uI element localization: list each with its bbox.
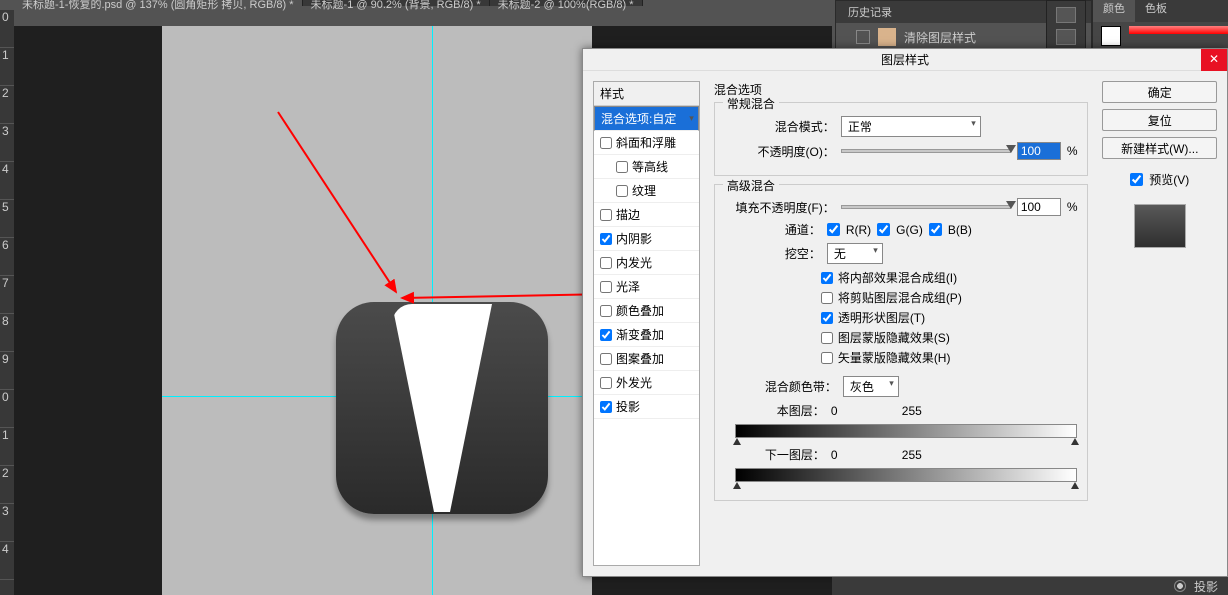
eye-icon[interactable] xyxy=(1174,580,1186,592)
preview-label: 预览(V) xyxy=(1149,171,1189,188)
channel-g-label: G(G) xyxy=(896,223,923,237)
knockout-label: 挖空： xyxy=(785,245,821,262)
underlayer-label: 下一图层： xyxy=(765,446,825,463)
document-tabs: 未标题-1-恢复的.psd @ 137% (圆角矩形 拷贝, RGB/8) * … xyxy=(14,0,643,10)
blendif-label: 混合颜色带： xyxy=(765,378,837,395)
pct-label: % xyxy=(1067,200,1078,214)
doc-tab-0[interactable]: 未标题-1-恢复的.psd @ 137% (圆角矩形 拷贝, RGB/8) * xyxy=(14,0,303,6)
statusbar: 投影 xyxy=(832,577,1228,595)
blendmode-label: 混合模式： xyxy=(725,118,835,135)
color-slider[interactable] xyxy=(1129,26,1228,34)
cb5-label: 矢量蒙版隐藏效果(H) xyxy=(838,349,951,366)
newstyle-button[interactable]: 新建样式(W)... xyxy=(1102,137,1217,159)
group-label: 高级混合 xyxy=(723,177,779,194)
cb2-label: 将剪贴图层混合成组(P) xyxy=(838,289,962,306)
style-item-blendopts[interactable]: 混合选项:自定 xyxy=(594,106,699,131)
ok-button[interactable]: 确定 xyxy=(1102,81,1217,103)
thislayer-gradient[interactable] xyxy=(735,424,1078,438)
cancel-button[interactable]: 复位 xyxy=(1102,109,1217,131)
rounded-rect-shape[interactable] xyxy=(336,302,548,514)
general-blend-group: 常规混合 混合模式： 正常 不透明度(O)： 100 % xyxy=(714,102,1089,176)
styles-header: 样式 xyxy=(594,82,699,106)
underlayer-gradient[interactable] xyxy=(735,468,1078,482)
doc-tab-2[interactable]: 未标题-2 @ 100%(RGB/8) * xyxy=(490,0,643,6)
status-fx: 投影 xyxy=(1194,578,1218,595)
button-column: 确定 复位 新建样式(W)... 预览(V) xyxy=(1102,71,1227,576)
underlayer-v0: 0 xyxy=(831,448,871,462)
dialog-title: 图层样式 xyxy=(881,53,929,67)
doc-tab-1[interactable]: 未标题-1 @ 90.2% (背景, RGB/8) * xyxy=(303,0,490,6)
style-item-stroke[interactable]: 描边 xyxy=(594,203,699,227)
fg-swatch[interactable] xyxy=(1101,26,1121,46)
style-item-innershadow[interactable]: 内阴影 xyxy=(594,227,699,251)
cb4-label: 图层蒙版隐藏效果(S) xyxy=(838,329,950,346)
close-button[interactable]: ✕ xyxy=(1201,49,1227,71)
panel-dock-icon[interactable] xyxy=(1046,0,1086,55)
knockout-select[interactable]: 无 xyxy=(827,243,883,264)
underlayer-v255: 255 xyxy=(877,448,947,462)
advanced-blend-group: 高级混合 填充不透明度(F)： 100 % 通道： R(R) G(G) B(B)… xyxy=(714,184,1089,501)
history-tab[interactable]: 历史记录 xyxy=(836,4,904,20)
fillopacity-input[interactable]: 100 xyxy=(1017,198,1061,216)
cb-layermaskhide[interactable] xyxy=(821,332,833,344)
opacity-label: 不透明度(O)： xyxy=(725,143,835,160)
style-item-bevel[interactable]: 斜面和浮雕 xyxy=(594,131,699,155)
layer-style-dialog: 图层样式 ✕ 样式 混合选项:自定 斜面和浮雕 等高线 纹理 描边 内阴影 内发… xyxy=(582,48,1228,577)
white-wedge-shape xyxy=(392,304,492,512)
style-item-gradoverlay[interactable]: 渐变叠加 xyxy=(594,323,699,347)
cb1-label: 将内部效果混合成组(I) xyxy=(838,269,957,286)
thislayer-v255: 255 xyxy=(877,404,947,418)
cb-vectormaskhide[interactable] xyxy=(821,352,833,364)
styles-list: 样式 混合选项:自定 斜面和浮雕 等高线 纹理 描边 内阴影 内发光 光泽 颜色… xyxy=(593,81,700,566)
color-panel: 颜色 色板 xyxy=(1092,0,1228,55)
cb3-label: 透明形状图层(T) xyxy=(838,309,925,326)
style-item-patternoverlay[interactable]: 图案叠加 xyxy=(594,347,699,371)
options-area: 混合选项 常规混合 混合模式： 正常 不透明度(O)： 100 % 高级混合 填… xyxy=(700,71,1103,576)
preview-swatch xyxy=(1134,204,1186,248)
channel-b-label: B(B) xyxy=(948,223,972,237)
style-item-satin[interactable]: 光泽 xyxy=(594,275,699,299)
style-item-texture[interactable]: 纹理 xyxy=(594,179,699,203)
cb-blendclipped[interactable] xyxy=(821,292,833,304)
history-label: 清除图层样式 xyxy=(904,29,976,46)
channel-r-label: R(R) xyxy=(846,223,871,237)
style-item-outerglow[interactable]: 外发光 xyxy=(594,371,699,395)
style-item-innerglow[interactable]: 内发光 xyxy=(594,251,699,275)
pct-label: % xyxy=(1067,144,1078,158)
color-tab[interactable]: 颜色 xyxy=(1093,0,1135,22)
opacity-slider[interactable] xyxy=(841,149,1011,153)
cb-blendinterior[interactable] xyxy=(821,272,833,284)
channel-r-checkbox[interactable] xyxy=(827,223,840,236)
checkbox-icon xyxy=(856,30,870,44)
group-label: 常规混合 xyxy=(723,95,779,112)
channels-label: 通道： xyxy=(785,221,821,238)
preview-checkbox[interactable] xyxy=(1130,173,1143,186)
style-item-dropshadow[interactable]: 投影 xyxy=(594,395,699,419)
thislayer-label: 本图层： xyxy=(765,402,825,419)
swatch-tab[interactable]: 色板 xyxy=(1135,0,1177,22)
style-item-coloroverlay[interactable]: 颜色叠加 xyxy=(594,299,699,323)
ruler-left: 012 345 678 901 234 xyxy=(0,10,14,595)
fillopacity-label: 填充不透明度(F)： xyxy=(725,199,835,216)
style-item-contour[interactable]: 等高线 xyxy=(594,155,699,179)
blendif-select[interactable]: 灰色 xyxy=(843,376,899,397)
fillopacity-slider[interactable] xyxy=(841,205,1011,209)
opacity-input[interactable]: 100 xyxy=(1017,142,1061,160)
cb-transshape[interactable] xyxy=(821,312,833,324)
dialog-titlebar[interactable]: 图层样式 ✕ xyxy=(583,49,1227,71)
blendmode-select[interactable]: 正常 xyxy=(841,116,981,137)
channel-b-checkbox[interactable] xyxy=(929,223,942,236)
channel-g-checkbox[interactable] xyxy=(877,223,890,236)
thislayer-v0: 0 xyxy=(831,404,871,418)
layerstyle-icon xyxy=(878,28,896,46)
